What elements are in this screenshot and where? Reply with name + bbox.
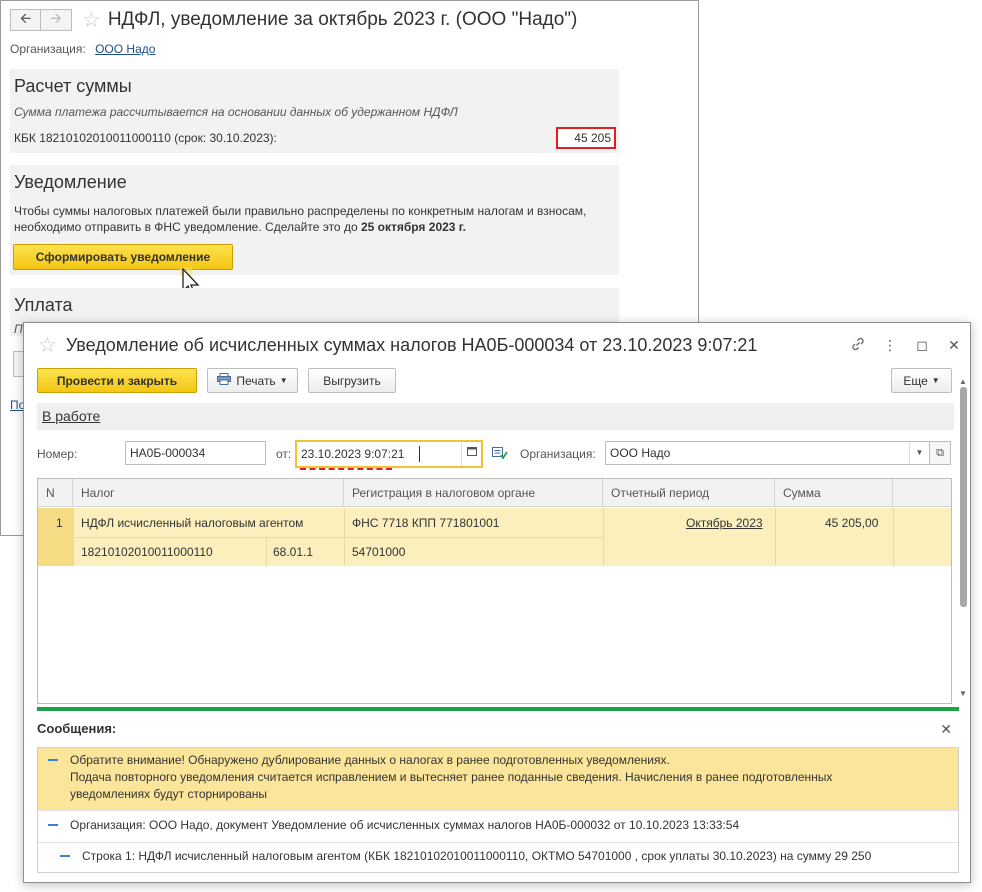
status-link[interactable]: В работе — [42, 408, 100, 424]
date-error-underline — [300, 468, 392, 470]
form-scrollbar[interactable]: ▲ ▼ — [958, 377, 969, 702]
table-header: N Налог Регистрация в налоговом органе О… — [38, 479, 951, 507]
date-label: от: — [276, 447, 292, 461]
warning-line-3: уведомлениях будут сторнированы — [70, 787, 268, 801]
notice-deadline: 25 октября 2023 г. — [360, 220, 466, 234]
arrow-left-icon: 🡨 — [19, 10, 32, 26]
print-button[interactable]: Печать ▼ — [207, 368, 298, 393]
organization-row: Организация: ООО Надо — [10, 42, 155, 56]
more-vertical-icon[interactable]: ⋮ — [874, 337, 906, 354]
organization-field-label: Организация: — [520, 447, 596, 461]
notice-title: Уведомление — [14, 172, 127, 192]
notice-text: Чтобы суммы налоговых платежей были прав… — [10, 193, 619, 235]
link-icon[interactable] — [842, 336, 874, 355]
column-header-period[interactable]: Отчетный период — [603, 479, 775, 507]
calculation-panel: Расчет суммы Сумма платежа рассчитываетс… — [10, 69, 619, 153]
info-message[interactable]: Организация: ООО Надо, документ Уведомле… — [70, 818, 739, 832]
row-divider — [266, 537, 267, 566]
organization-label: Организация: — [10, 42, 86, 56]
calendar-icon[interactable] — [461, 442, 481, 466]
message-marker — [48, 759, 58, 761]
printer-icon — [217, 373, 232, 388]
print-button-label: Печать — [236, 373, 276, 388]
close-icon[interactable]: ✕ — [940, 721, 952, 738]
window-controls: ⋮ ◻ ✕ — [842, 323, 970, 367]
notice-text-main: Чтобы суммы налоговых платежей были прав… — [14, 204, 587, 234]
row-number[interactable]: 1 — [56, 516, 63, 530]
message-marker — [48, 824, 58, 826]
star-icon[interactable]: ☆ — [38, 335, 57, 356]
open-form-icon[interactable]: ⧉ — [929, 441, 951, 465]
column-header-n[interactable]: N — [38, 479, 73, 507]
document-status-bar: В работе — [37, 403, 954, 430]
row-period-link[interactable]: Октябрь 2023 — [686, 516, 763, 530]
messages-panel: Обратите внимание! Обнаружено дублирован… — [37, 747, 959, 873]
row-tax-name[interactable]: НДФЛ исчисленный налоговым агентом — [81, 516, 303, 530]
row-registration[interactable]: ФНС 7718 КПП 771801001 — [352, 516, 499, 530]
warning-message[interactable]: Обратите внимание! Обнаружено дублирован… — [38, 748, 958, 810]
background-form-title: НДФЛ, уведомление за октябрь 2023 г. (ОО… — [107, 9, 578, 30]
row-kbk[interactable]: 18210102010011000110 — [81, 545, 213, 559]
maximize-icon[interactable]: ◻ — [906, 337, 938, 354]
chevron-down-icon: ▼ — [931, 376, 940, 385]
scrollbar-thumb[interactable] — [960, 387, 967, 607]
column-header-tax[interactable]: Налог — [73, 479, 344, 507]
row-divider — [73, 537, 603, 538]
star-icon[interactable]: ☆ — [82, 10, 101, 31]
messages-divider — [37, 707, 959, 711]
message-separator — [38, 810, 958, 811]
column-header-registration[interactable]: Регистрация в налоговом органе — [344, 479, 603, 507]
column-header-sum[interactable]: Сумма — [775, 479, 893, 507]
background-form-header: 🡨 🡪 ☆ НДФЛ, уведомление за октябрь 2023 … — [1, 1, 698, 39]
row-divider — [775, 508, 776, 566]
upload-button[interactable]: Выгрузить — [308, 368, 396, 393]
column-header-empty — [893, 479, 951, 507]
messages-title: Сообщения: — [37, 721, 117, 736]
organization-select[interactable]: ООО Надо ▼ — [605, 441, 930, 465]
number-label: Номер: — [37, 447, 78, 461]
scroll-down-icon[interactable]: ▼ — [959, 689, 967, 698]
document-header: ☆ Уведомление об исчисленных суммах нало… — [24, 323, 970, 367]
row-divider — [603, 508, 604, 566]
forward-button[interactable]: 🡪 — [41, 9, 72, 31]
document-title: Уведомление об исчисленных суммах налого… — [65, 334, 758, 355]
document-toolbar: Провести и закрыть Печать ▼ Выгрузить Ещ… — [37, 368, 957, 394]
warning-line-2: Подача повторного уведомления считается … — [70, 770, 833, 784]
payment-title: Уплата — [14, 295, 73, 315]
text-caret — [419, 446, 420, 462]
kbk-sum-field[interactable]: 45 205 — [556, 127, 616, 149]
row-sum[interactable]: 45 205,00 — [825, 516, 878, 530]
date-field[interactable]: 23.10.2023 9:07:21 — [295, 440, 483, 468]
kbk-text: КБК 18210102010011000110 (срок: 30.10.20… — [14, 131, 277, 145]
post-and-close-button[interactable]: Провести и закрыть — [37, 368, 197, 393]
message-marker — [60, 855, 70, 857]
warning-line-1: Обратите внимание! Обнаружено дублирован… — [70, 753, 670, 767]
message-separator — [38, 842, 958, 843]
notice-document-window: ☆ Уведомление об исчисленных суммах нало… — [23, 322, 971, 883]
organization-select-value: ООО Надо — [610, 446, 671, 460]
chevron-down-icon[interactable]: ▼ — [909, 442, 929, 464]
calculation-title: Расчет суммы — [14, 76, 132, 96]
back-button[interactable]: 🡨 — [10, 9, 41, 31]
number-field[interactable]: НА0Б-000034 — [125, 441, 266, 465]
detail-message[interactable]: Строка 1: НДФЛ исчисленный налоговым аге… — [82, 849, 871, 863]
arrow-right-icon: 🡪 — [50, 10, 62, 26]
row-divider — [893, 508, 894, 566]
row-account[interactable]: 68.01.1 — [273, 545, 313, 559]
taxes-table: N Налог Регистрация в налоговом органе О… — [37, 478, 952, 704]
document-status-icon[interactable] — [492, 446, 508, 463]
chevron-down-icon: ▼ — [279, 376, 288, 385]
calculation-note: Сумма платежа рассчитывается на основани… — [14, 105, 458, 119]
row-oktmo[interactable]: 54701000 — [352, 545, 405, 559]
close-icon[interactable]: ✕ — [938, 337, 970, 354]
organization-link[interactable]: ООО Надо — [95, 42, 155, 56]
more-actions-label: Еще — [903, 373, 928, 388]
scroll-up-icon[interactable]: ▲ — [959, 377, 967, 386]
date-value: 23.10.2023 9:07:21 — [301, 447, 405, 461]
more-actions-button[interactable]: Еще ▼ — [891, 368, 952, 393]
